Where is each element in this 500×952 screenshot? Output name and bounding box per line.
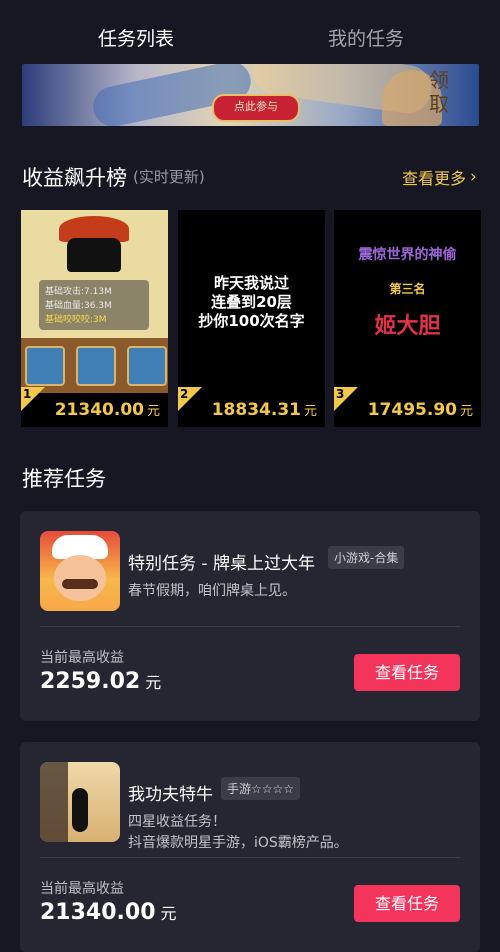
rank-number: 3 xyxy=(336,387,345,401)
earnings-label: 当前最高收益 xyxy=(40,650,124,666)
tab-my-tasks[interactable]: 我的任务 xyxy=(328,24,404,51)
rank-earnings-unit: 元 xyxy=(459,404,473,419)
task-card: 特别任务 - 牌桌上过大年 小游戏-合集 春节假期，咱们牌桌上见。 当前最高收益… xyxy=(20,511,480,721)
rank-earnings: 17495.90 元 xyxy=(368,400,473,420)
task-card: 我功夫特牛 手游☆☆☆☆ 四星收益任务！ 抖音爆款明星手游，iOS霸榜产品。 当… xyxy=(20,742,480,952)
view-more-label: 查看更多 xyxy=(402,169,467,188)
view-task-button[interactable]: 查看任务 xyxy=(354,885,460,922)
rank-earnings: 18834.31 元 xyxy=(212,400,317,420)
task-name[interactable]: 我功夫特牛 xyxy=(128,780,213,805)
task-description-line: 抖音爆款明星手游，iOS霸榜产品。 xyxy=(128,835,348,851)
banner-join-button[interactable]: 点此参与 xyxy=(212,94,300,122)
ranking-card-footer: 3 17495.90 元 xyxy=(334,387,481,427)
earnings-value: 21340.00 元 xyxy=(40,900,177,925)
game-tiles xyxy=(21,338,168,393)
view-task-button[interactable]: 查看任务 xyxy=(354,654,460,691)
top-tabs: 任务列表 我的任务 xyxy=(0,0,500,64)
ranking-card-caption-2: 第三名 xyxy=(389,282,426,296)
chef-face-icon xyxy=(54,555,106,601)
stickman-icon xyxy=(72,788,88,832)
kungfu-icon[interactable] xyxy=(40,762,120,842)
rank-number: 2 xyxy=(180,387,189,401)
ranking-card-3[interactable]: 震惊世界的神偷 第三名 姬大胆 3 17495.90 元 xyxy=(334,210,481,427)
recommend-title: 推荐任务 xyxy=(22,467,106,491)
banner-side-text: 领取 xyxy=(429,68,449,116)
stats-panel: 基础攻击:7.13M 基础血量:36.3M 基础咬咬咬:3M xyxy=(39,280,149,330)
earnings-amount: 21340.00 xyxy=(40,900,156,925)
task-tag: 小游戏-合集 xyxy=(328,546,405,569)
stickman-icon xyxy=(67,238,121,272)
earnings-unit: 元 xyxy=(160,904,177,923)
task-name[interactable]: 特别任务 - 牌桌上过大年 xyxy=(128,549,315,574)
stat-line: 基础咬咬咬:3M xyxy=(45,315,107,325)
task-tag: 手游☆☆☆☆ xyxy=(221,777,301,800)
earnings-label: 当前最高收益 xyxy=(40,881,124,897)
stat-line: 基础攻击:7.13M xyxy=(45,287,112,297)
ranking-card-thumbnail: 基础攻击:7.13M 基础血量:36.3M 基础咬咬咬:3M xyxy=(21,210,168,393)
tab-task-list[interactable]: 任务列表 xyxy=(98,24,174,51)
ranking-card-caption: 昨天我说过 连叠到20层 抄你100次名字 xyxy=(198,274,305,330)
tree-icon xyxy=(40,762,68,842)
ranking-card-caption-3: 姬大胆 xyxy=(374,314,441,339)
ranking-note: (实时更新) xyxy=(133,168,205,186)
mustache-icon xyxy=(62,579,98,589)
view-more-link[interactable]: 查看更多 › xyxy=(402,165,477,189)
earnings-value: 2259.02 元 xyxy=(40,669,161,694)
game-tile xyxy=(127,346,167,386)
divider xyxy=(40,626,460,627)
game-tile xyxy=(76,346,116,386)
earnings-amount: 2259.02 xyxy=(40,669,141,694)
rank-earnings-unit: 元 xyxy=(146,404,160,419)
stat-line: 基础血量:36.3M xyxy=(45,301,112,311)
ranking-card-footer: 2 18834.31 元 xyxy=(178,387,325,427)
earnings-unit: 元 xyxy=(145,673,162,692)
rank-earnings-value: 18834.31 xyxy=(211,400,301,420)
rank-earnings-unit: 元 xyxy=(303,404,317,419)
chevron-right-icon: › xyxy=(470,167,477,187)
ranking-title: 收益飙升榜 xyxy=(22,166,127,190)
chef-icon[interactable] xyxy=(40,531,120,611)
ranking-card-2[interactable]: 昨天我说过 连叠到20层 抄你100次名字 2 18834.31 元 xyxy=(178,210,325,427)
divider xyxy=(40,857,460,858)
rank-number: 1 xyxy=(23,387,32,401)
rank-earnings-value: 17495.90 xyxy=(367,400,457,420)
rank-earnings: 21340.00 元 xyxy=(55,400,160,420)
task-description: 春节假期，咱们牌桌上见。 xyxy=(128,583,296,599)
task-description: 四星收益任务！ 抖音爆款明星手游，iOS霸榜产品。 xyxy=(128,812,348,854)
rank-earnings-value: 21340.00 xyxy=(54,400,144,420)
ranking-card-footer: 1 21340.00 元 xyxy=(21,387,168,427)
task-description-line: 四星收益任务！ xyxy=(128,814,226,830)
ranking-card-1[interactable]: 基础攻击:7.13M 基础血量:36.3M 基础咬咬咬:3M 1 21340.0… xyxy=(21,210,168,427)
promo-banner[interactable]: 点此参与 领取 xyxy=(22,64,479,126)
game-tile xyxy=(25,346,65,386)
ranking-card-caption-1: 震惊世界的神偷 xyxy=(358,247,457,263)
